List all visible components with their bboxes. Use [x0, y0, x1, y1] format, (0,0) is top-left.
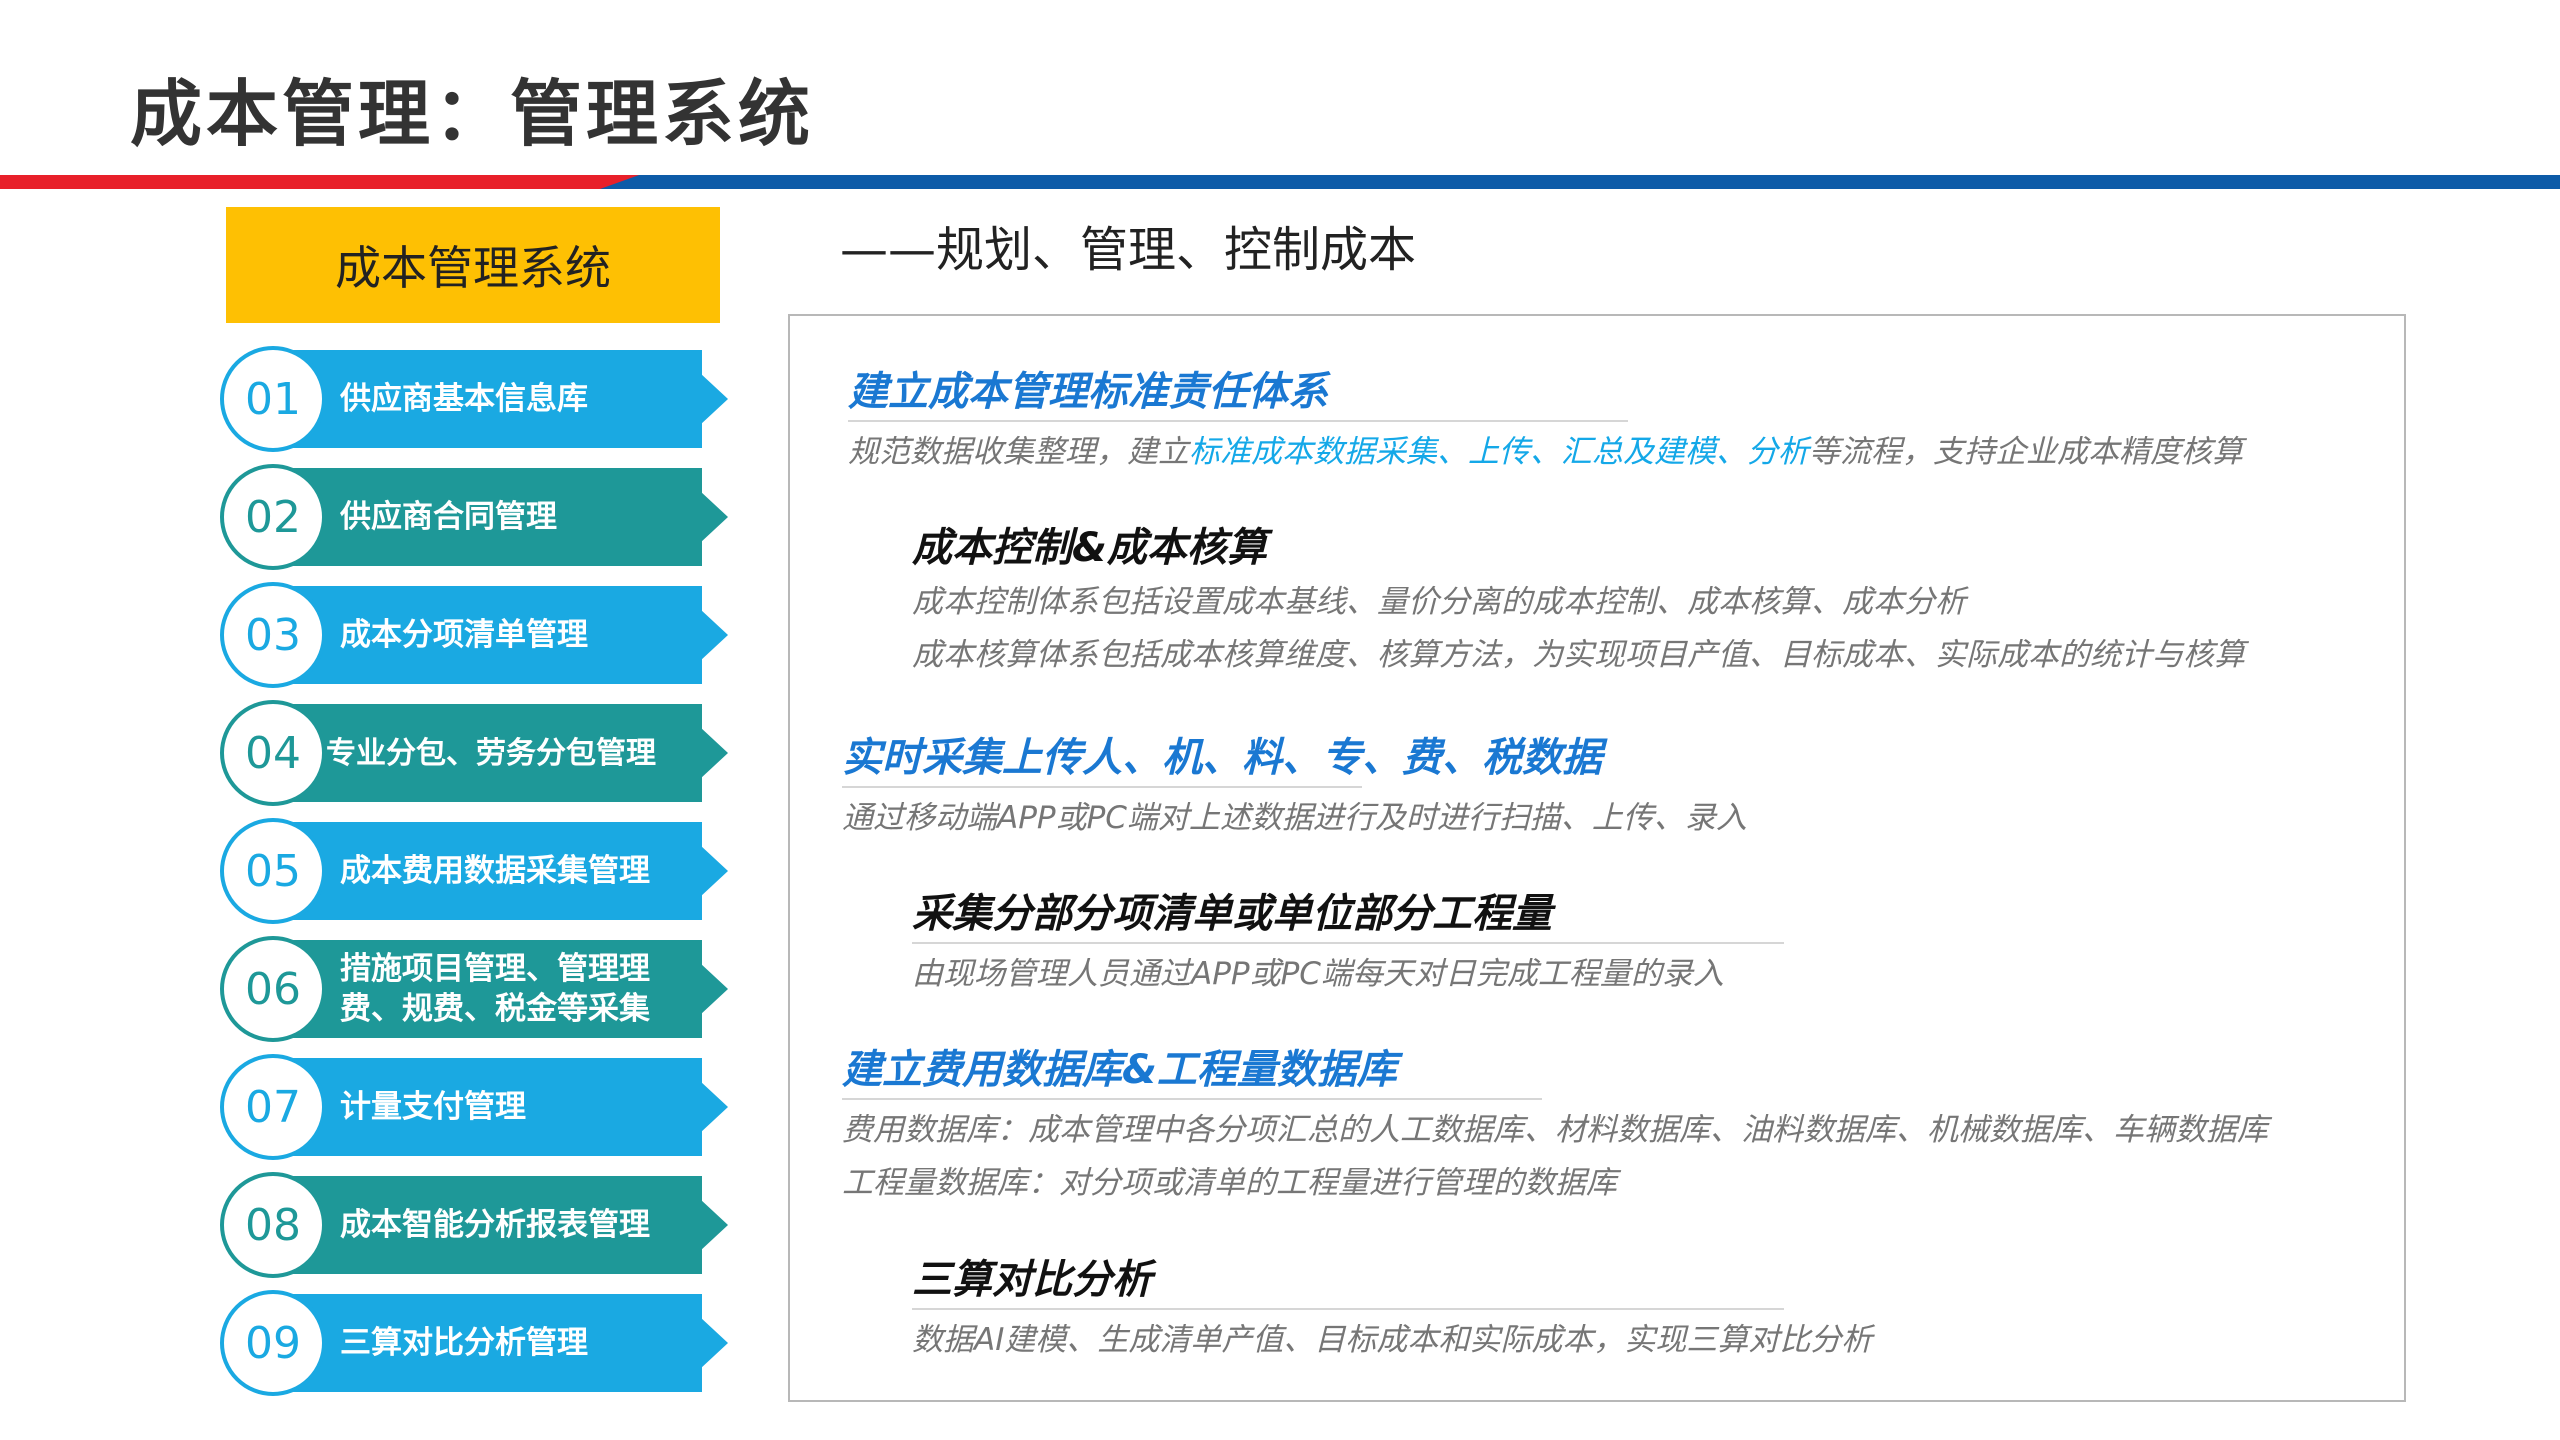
divider — [842, 786, 1362, 788]
menu-label: 成本分项清单管理 — [340, 616, 588, 653]
arrow-right-icon — [700, 373, 728, 425]
section-heading: 三算对比分析 — [912, 1257, 1152, 1303]
section-desc: 工程量数据库：对分项或清单的工程量进行管理的数据库 — [842, 1165, 1617, 1202]
page-title: 成本管理：管理系统 — [130, 72, 815, 156]
menu-label: 成本费用数据采集管理 — [340, 852, 650, 889]
section-heading: 实时采集上传人、机、料、专、费、税数据 — [842, 735, 1602, 781]
divider — [912, 1308, 1784, 1310]
menu-label: 成本智能分析报表管理 — [340, 1206, 650, 1243]
menu-label: 专业分包、劳务分包管理 — [326, 735, 656, 771]
header-bar-red — [0, 175, 640, 189]
desc-text: 等流程，支持企业成本精度核算 — [1809, 434, 2243, 470]
menu-item[interactable]: 02 供应商合同管理 — [220, 464, 730, 570]
menu-item[interactable]: 01 供应商基本信息库 — [220, 346, 730, 452]
divider — [842, 1098, 1542, 1100]
menu-number: 01 — [220, 346, 326, 452]
menu-number: 04 — [220, 700, 326, 806]
menu-number: 05 — [220, 818, 326, 924]
header-bar-blue — [600, 175, 2560, 189]
section-database: 建立费用数据库&工程量数据库 费用数据库：成本管理中各分项汇总的人工数据库、材料… — [842, 1046, 2268, 1202]
arrow-right-icon — [700, 1081, 728, 1133]
arrow-right-icon — [700, 609, 728, 661]
section-desc: 成本控制体系包括设置成本基线、量价分离的成本控制、成本核算、成本分析 — [912, 584, 1966, 620]
arrow-right-icon — [700, 727, 728, 779]
desc-highlight: 标准成本数据采集、上传、汇总及建模、分析 — [1189, 434, 1809, 470]
section-heading: 采集分部分项清单或单位部分工程量 — [912, 891, 1552, 937]
menu-label: 供应商合同管理 — [340, 498, 557, 535]
arrow-right-icon — [700, 845, 728, 897]
divider — [912, 942, 1784, 944]
menu-item[interactable]: 05 成本费用数据采集管理 — [220, 818, 730, 924]
menu-label: 三算对比分析管理 — [340, 1324, 588, 1361]
section-desc: 费用数据库：成本管理中各分项汇总的人工数据库、材料数据库、油料数据库、机械数据库… — [842, 1112, 2268, 1148]
menu-item[interactable]: 08 成本智能分析报表管理 — [220, 1172, 730, 1278]
section-heading: 建立费用数据库&工程量数据库 — [842, 1047, 1397, 1093]
arrow-right-icon — [700, 1317, 728, 1369]
section-heading: 建立成本管理标准责任体系 — [848, 369, 1328, 415]
arrow-right-icon — [700, 1199, 728, 1251]
menu-item[interactable]: 07 计量支付管理 — [220, 1054, 730, 1160]
menu-number: 07 — [220, 1054, 326, 1160]
divider — [848, 420, 1628, 422]
menu-number: 03 — [220, 582, 326, 688]
desc-text: 规范数据收集整理，建立 — [848, 434, 1189, 470]
menu-number: 02 — [220, 464, 326, 570]
section-desc: 数据AI建模、生成清单产值、目标成本和实际成本，实现三算对比分析 — [912, 1322, 1873, 1358]
menu-label: 措施项目管理、管理理费、规费、税金等采集 — [340, 950, 650, 1027]
menu-item[interactable]: 06 措施项目管理、管理理费、规费、税金等采集 — [220, 936, 730, 1042]
page-subtitle: ——规划、管理、控制成本 — [840, 222, 1417, 278]
content-panel: 建立成本管理标准责任体系 规范数据收集整理，建立标准成本数据采集、上传、汇总及建… — [788, 314, 2406, 1402]
menu-label: 供应商基本信息库 — [340, 380, 588, 417]
section-heading: 成本控制&成本核算 — [912, 525, 1267, 571]
menu-label: 计量支付管理 — [340, 1088, 526, 1125]
section-desc: 成本核算体系包括成本核算维度、核算方法，为实现项目产值、目标成本、实际成本的统计… — [912, 637, 2245, 674]
menu-item[interactable]: 03 成本分项清单管理 — [220, 582, 730, 688]
arrow-right-icon — [700, 491, 728, 543]
system-title-box: 成本管理系统 — [226, 207, 720, 323]
menu-number: 09 — [220, 1290, 326, 1396]
section-three-compare: 三算对比分析 数据AI建模、生成清单产值、目标成本和实际成本，实现三算对比分析 — [912, 1256, 1872, 1359]
menu-number: 08 — [220, 1172, 326, 1278]
section-desc: 由现场管理人员通过APP或PC端每天对日完成工程量的录入 — [912, 956, 1724, 992]
system-title: 成本管理系统 — [335, 241, 611, 295]
section-cost-control: 成本控制&成本核算 成本控制体系包括设置成本基线、量价分离的成本控制、成本核算、… — [912, 524, 2245, 674]
section-desc: 通过移动端APP或PC端对上述数据进行及时进行扫描、上传、录入 — [842, 800, 1747, 836]
section-realtime-collect: 实时采集上传人、机、料、专、费、税数据 通过移动端APP或PC端对上述数据进行及… — [842, 734, 1747, 837]
section-standard-system: 建立成本管理标准责任体系 规范数据收集整理，建立标准成本数据采集、上传、汇总及建… — [848, 368, 2243, 471]
section-quantity-collect: 采集分部分项清单或单位部分工程量 由现场管理人员通过APP或PC端每天对日完成工… — [912, 890, 1784, 993]
menu-item[interactable]: 09 三算对比分析管理 — [220, 1290, 730, 1396]
menu-item[interactable]: 04 专业分包、劳务分包管理 — [220, 700, 730, 806]
section-desc: 规范数据收集整理，建立标准成本数据采集、上传、汇总及建模、分析等流程，支持企业成… — [848, 434, 2243, 471]
arrow-right-icon — [700, 963, 728, 1015]
menu-number: 06 — [220, 936, 326, 1042]
